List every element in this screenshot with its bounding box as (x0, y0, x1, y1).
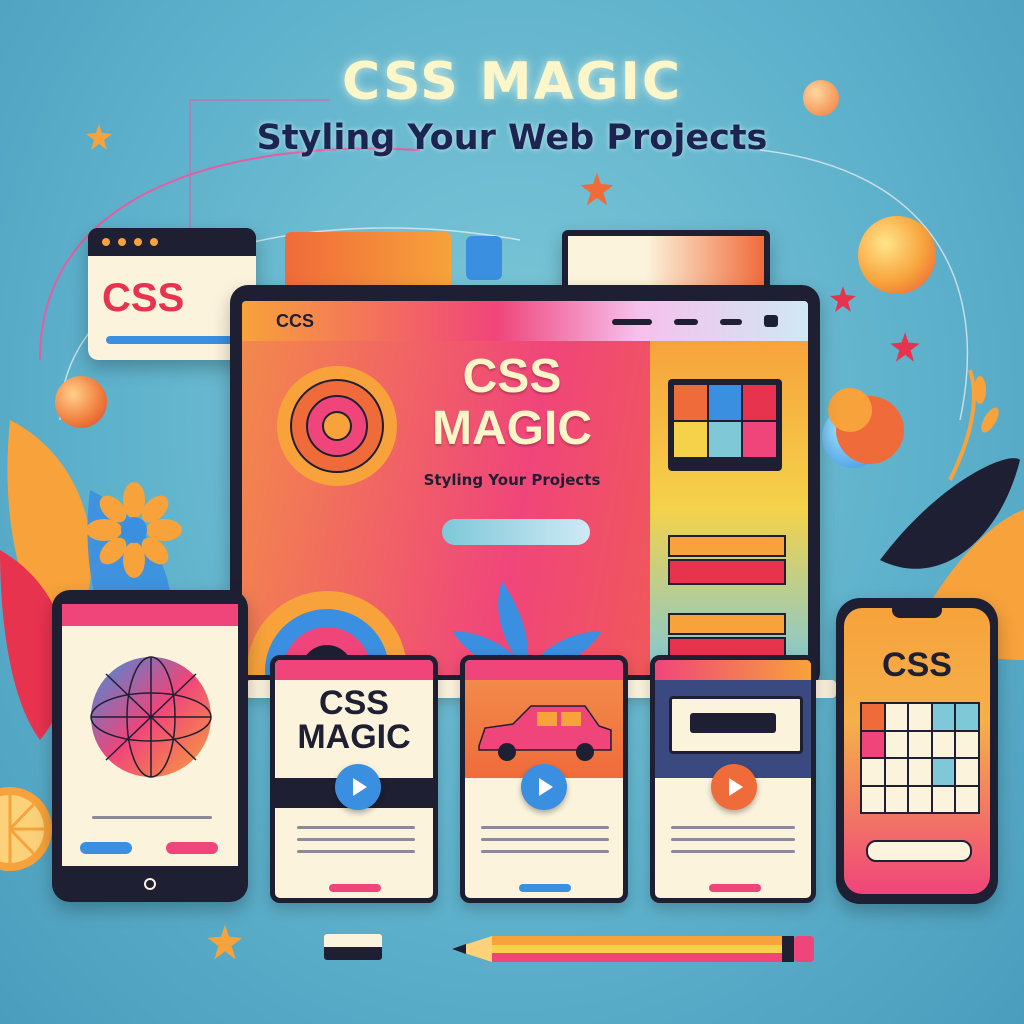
tablet-header-bar (62, 604, 238, 626)
hero-title-line2: MAGIC (432, 402, 592, 455)
tablet-button-right[interactable] (166, 842, 218, 854)
sidebar-panel (650, 341, 808, 675)
hero-title: CSS MAGIC (407, 351, 617, 455)
text-line (481, 826, 609, 829)
card-header (275, 660, 433, 680)
hero-title-line1: CSS (462, 350, 562, 403)
text-line (297, 850, 415, 853)
browser-window-card (562, 230, 770, 292)
star-icon (207, 924, 243, 960)
page-subtitle: Styling Your Web Projects (256, 118, 768, 158)
play-button[interactable] (521, 764, 567, 810)
site-navbar: CCS (242, 301, 808, 341)
calendar-grid (860, 702, 980, 814)
orb-decoration (858, 216, 936, 294)
text-line (481, 838, 609, 841)
card-title: CSS MAGIC (275, 686, 433, 754)
tablet-button-left[interactable] (80, 842, 132, 854)
star-icon (830, 286, 856, 312)
phone-notch (892, 608, 942, 618)
card-action-button[interactable] (329, 884, 381, 892)
nav-link[interactable] (674, 319, 698, 325)
pencil-icon (452, 936, 814, 962)
window-titlebar (88, 228, 256, 256)
text-line (671, 850, 795, 853)
globe-icon (90, 656, 212, 778)
card-header (465, 660, 623, 680)
star-icon (580, 172, 614, 206)
citrus-decoration (0, 787, 52, 871)
page-title: CSS MAGIC (342, 52, 682, 112)
star-icon (890, 332, 920, 362)
text-line (297, 826, 415, 829)
text-line (671, 826, 795, 829)
tablet-screen (62, 604, 238, 866)
card-title-line1: CSS (319, 684, 389, 722)
tablet-device (52, 590, 248, 902)
progress-bar (106, 336, 236, 344)
swirl-circle-graphic (277, 366, 397, 486)
sidebar-item[interactable] (668, 559, 786, 585)
gradient-window-card (285, 232, 451, 290)
play-button[interactable] (711, 764, 757, 810)
card-action-button[interactable] (519, 884, 571, 892)
phone-device: CSS (836, 598, 998, 904)
text-line (297, 838, 415, 841)
card-title-line2: MAGIC (297, 718, 411, 756)
sidebar-item[interactable] (668, 613, 786, 635)
eraser-decoration (324, 934, 382, 960)
phone-screen: CSS (844, 608, 990, 894)
text-line (671, 838, 795, 841)
nav-icon[interactable] (764, 315, 778, 327)
content-card-2[interactable] (460, 655, 628, 903)
icon-tile (466, 236, 502, 280)
nav-link[interactable] (720, 319, 742, 325)
phone-css-label: CSS (882, 646, 952, 684)
tablet-home-button[interactable] (144, 878, 156, 890)
card-action-button[interactable] (709, 884, 761, 892)
site-logo[interactable]: CCS (276, 311, 314, 332)
cassette-icon (669, 696, 803, 754)
thumbnail-tablet[interactable] (668, 379, 782, 471)
nav-link[interactable] (612, 319, 652, 325)
flower-decoration (86, 482, 182, 578)
card-header (655, 660, 811, 680)
hero-subtitle: Styling Your Projects (423, 471, 601, 489)
monitor-screen: CCS CSS MAGIC Styling Your Projects (242, 301, 808, 675)
rings-graphic (247, 591, 407, 675)
content-card-1[interactable]: CSS MAGIC (270, 655, 438, 903)
text-line (92, 816, 212, 819)
sidebar-item[interactable] (668, 535, 786, 557)
play-button[interactable] (335, 764, 381, 810)
hero-cta-button[interactable] (442, 519, 590, 545)
browser-css-label: CSS (102, 276, 185, 320)
desktop-monitor: CCS CSS MAGIC Styling Your Projects (230, 285, 820, 690)
phone-action-button[interactable] (866, 840, 972, 862)
text-line (481, 850, 609, 853)
car-icon (478, 705, 612, 761)
content-card-3[interactable] (650, 655, 816, 903)
